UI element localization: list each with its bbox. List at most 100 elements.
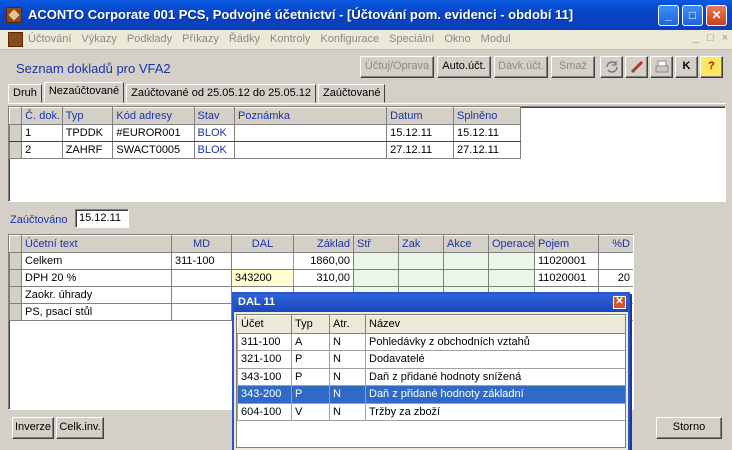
table-cell[interactable]: N (329, 367, 366, 386)
column-header[interactable]: Účetní text (21, 235, 172, 253)
table-cell[interactable] (353, 252, 399, 270)
status-cell[interactable]: BLOK (193, 124, 236, 142)
maximize-button[interactable]: □ (682, 5, 703, 26)
menu-item[interactable]: Výkazy (81, 33, 116, 45)
account-row[interactable]: 604-100 V N Tržby za zboží (237, 402, 625, 421)
mdi-close-button[interactable]: × (722, 32, 728, 44)
column-header[interactable]: Typ (291, 315, 330, 334)
tab-druh[interactable]: Druh (8, 84, 42, 103)
table-cell[interactable]: 15.12.11 (453, 124, 521, 142)
table-cell[interactable] (443, 252, 489, 270)
menu-item[interactable]: Konfigurace (320, 33, 379, 45)
column-header[interactable]: Typ (61, 107, 114, 125)
account-row[interactable]: 343-100 P N Daň z přidané hodnoty snížen… (237, 367, 625, 386)
menu-item[interactable]: Kontroly (270, 33, 310, 45)
column-header[interactable]: Kód adresy (112, 107, 195, 125)
column-header[interactable]: Č. dok. (21, 107, 63, 125)
tab-zauctovane-od[interactable]: Zaúčtované od 25.05.12 do 25.05.12 (126, 84, 316, 103)
table-cell[interactable]: N (329, 350, 366, 369)
table-cell[interactable] (234, 141, 388, 159)
table-cell[interactable]: 310,00 (293, 269, 354, 287)
posted-date-field[interactable]: 15.12.11 (75, 209, 129, 228)
smaz-button[interactable]: Smaž (551, 56, 595, 78)
storno-button[interactable]: Storno (656, 417, 722, 439)
table-cell[interactable]: Dodavatelé (365, 350, 625, 369)
table-cell[interactable]: SWACT0005 (112, 141, 195, 159)
column-header[interactable]: MD (171, 235, 232, 253)
account-row[interactable]: 321-100 P N Dodavatelé (237, 350, 625, 369)
table-cell[interactable]: Daň z přidané hodnoty základní (365, 385, 625, 404)
tab-zauctovane[interactable]: Zaúčtované (318, 84, 386, 103)
table-cell[interactable]: #EUROR001 (112, 124, 195, 142)
close-button[interactable]: ✕ (706, 5, 727, 26)
popup-close-icon[interactable]: ✕ (613, 296, 626, 309)
column-header[interactable]: Stav (193, 107, 236, 125)
minimize-button[interactable]: _ (658, 5, 679, 26)
status-cell[interactable]: BLOK (193, 141, 236, 159)
column-header[interactable]: Poznámka (234, 107, 388, 125)
table-cell[interactable]: N (329, 402, 366, 421)
table-cell[interactable]: Celkem (21, 252, 172, 270)
table-cell[interactable]: Pohledávky z obchodních vztahů (365, 332, 625, 351)
table-row[interactable]: DPH 20 % 343200 310,00 11020001 20 (9, 269, 633, 287)
menu-item[interactable]: Okno (444, 33, 470, 45)
table-cell[interactable]: Zaokr. úhrady (21, 286, 172, 304)
table-cell[interactable]: TPDDK (61, 124, 114, 142)
table-cell[interactable]: 604-100 (237, 402, 292, 421)
table-cell[interactable] (443, 269, 489, 287)
popup-title-bar[interactable]: DAL 11 ✕ (234, 294, 628, 312)
mdi-minimize-button[interactable]: _ (693, 32, 699, 44)
column-header[interactable]: Účet (237, 315, 292, 334)
table-cell[interactable]: A (291, 332, 330, 351)
table-cell[interactable]: P (291, 350, 330, 369)
md-cell[interactable] (171, 269, 232, 287)
table-cell[interactable]: 20 (598, 269, 633, 287)
k-button[interactable]: K (675, 56, 698, 78)
table-cell[interactable]: 27.12.11 (386, 141, 455, 159)
title-bar[interactable]: ACONTO Corporate 001 PCS, Podvojné účetn… (0, 0, 732, 30)
table-cell[interactable] (398, 269, 444, 287)
table-cell[interactable] (234, 124, 388, 142)
column-header[interactable]: Název (365, 315, 625, 334)
table-cell[interactable]: V (291, 402, 330, 421)
table-cell[interactable]: 343-100 (237, 367, 292, 386)
table-cell[interactable]: DPH 20 % (21, 269, 172, 287)
table-cell[interactable]: Tržby za zboží (365, 402, 625, 421)
menu-item[interactable]: Modul (481, 33, 511, 45)
document-table[interactable]: Č. dok. Typ Kód adresy Stav Poznámka Dat… (8, 106, 726, 202)
column-header[interactable]: Datum (386, 107, 455, 125)
menu-item[interactable]: Příkazy (182, 33, 219, 45)
table-cell[interactable]: 1860,00 (293, 252, 354, 270)
auto-ucet-button[interactable]: Auto.účt. (437, 56, 491, 78)
dal-cell[interactable] (231, 252, 294, 270)
column-header[interactable]: Základ (293, 235, 354, 253)
table-cell[interactable] (353, 269, 399, 287)
table-cell[interactable]: 343-200 (237, 385, 292, 404)
table-cell[interactable]: N (329, 385, 366, 404)
menu-item[interactable]: Speciální (389, 33, 434, 45)
account-table[interactable]: Účet Typ Atr. Název 311-100 A N Pohledáv… (236, 314, 626, 448)
column-header[interactable]: Splněno (453, 107, 521, 125)
inverze-button[interactable]: Inverze (12, 417, 54, 439)
column-header[interactable]: Stř (353, 235, 399, 253)
document-icon[interactable] (8, 32, 23, 47)
mdi-restore-button[interactable]: □ (707, 32, 714, 44)
print-icon[interactable] (650, 56, 673, 78)
table-cell[interactable]: PS, psací stůl (21, 303, 172, 321)
table-cell[interactable]: 2 (21, 141, 63, 159)
table-cell[interactable]: P (291, 367, 330, 386)
column-header[interactable]: Pojem (534, 235, 599, 253)
column-header[interactable]: %D (598, 235, 633, 253)
table-cell[interactable] (488, 252, 535, 270)
table-cell[interactable]: P (291, 385, 330, 404)
table-cell[interactable]: ZAHRF (61, 141, 114, 159)
md-cell[interactable] (171, 303, 232, 321)
table-cell[interactable]: 15.12.11 (386, 124, 455, 142)
table-cell[interactable] (398, 252, 444, 270)
column-header[interactable]: DAL (231, 235, 294, 253)
menu-item[interactable]: Podklady (127, 33, 172, 45)
help-icon[interactable]: ? (700, 56, 723, 78)
refresh-icon[interactable] (600, 56, 623, 78)
table-row[interactable]: Celkem 311-100 1860,00 11020001 (9, 252, 633, 270)
column-header[interactable]: Operace (488, 235, 535, 253)
